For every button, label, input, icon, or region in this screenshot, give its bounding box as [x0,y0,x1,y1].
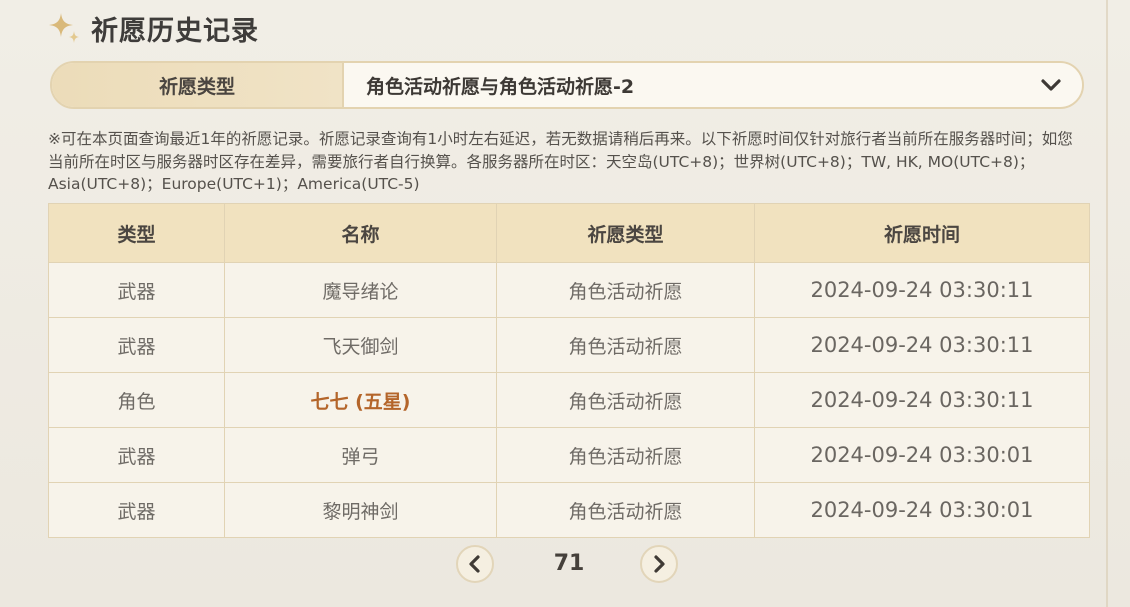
wish-type-label: 祈愿类型 [52,63,344,107]
cell-type: 武器 [48,427,225,483]
table-row: 角色 七七 (五星) 角色活动祈愿 2024-09-24 03:30:11 [48,372,1090,428]
table-row: 武器 魔导绪论 角色活动祈愿 2024-09-24 03:30:11 [48,262,1090,318]
table-row: 武器 弹弓 角色活动祈愿 2024-09-24 03:30:01 [48,427,1090,483]
table-row: 武器 黎明神剑 角色活动祈愿 2024-09-24 03:30:01 [48,482,1090,538]
cell-time: 2024-09-24 03:30:11 [754,262,1090,318]
cell-wish-type: 角色活动祈愿 [496,372,755,428]
cell-wish-type: 角色活动祈愿 [496,317,755,373]
wish-type-dropdown[interactable]: 角色活动祈愿与角色活动祈愿-2 [344,63,1082,107]
cell-type: 武器 [48,262,225,318]
page-title: 祈愿历史记录 [91,15,259,47]
cell-name: 黎明神剑 [224,482,497,538]
cell-wish-type: 角色活动祈愿 [496,262,755,318]
cell-wish-type: 角色活动祈愿 [496,482,755,538]
sparkle-star-icon [49,13,79,43]
column-header-name: 名称 [224,203,497,263]
chevron-down-icon[interactable] [1040,78,1062,92]
cell-time: 2024-09-24 03:30:11 [754,372,1090,428]
table-header-row: 类型 名称 祈愿类型 祈愿时间 [48,203,1090,263]
wish-records-table: 类型 名称 祈愿类型 祈愿时间 武器 魔导绪论 角色活动祈愿 2024-09-2… [48,203,1090,538]
table-row: 武器 飞天御剑 角色活动祈愿 2024-09-24 03:30:11 [48,317,1090,373]
cell-type: 武器 [48,482,225,538]
chevron-left-icon [469,555,480,573]
cell-type: 角色 [48,372,225,428]
cell-wish-type: 角色活动祈愿 [496,427,755,483]
chevron-right-icon [654,555,665,573]
next-page-button[interactable] [640,545,678,583]
column-header-type: 类型 [48,203,225,263]
notice-text: ※可在本页面查询最近1年的祈愿记录。祈愿记录查询有1小时左右延迟，若无数据请稍后… [48,130,1073,193]
column-header-wish-type: 祈愿类型 [496,203,755,263]
cell-time: 2024-09-24 03:30:01 [754,427,1090,483]
cell-time: 2024-09-24 03:30:11 [754,317,1090,373]
prev-page-button[interactable] [456,545,494,583]
column-header-time: 祈愿时间 [754,203,1090,263]
cell-name: 弹弓 [224,427,497,483]
cell-name: 飞天御剑 [224,317,497,373]
cell-name: 魔导绪论 [224,262,497,318]
cell-name-five-star: 七七 (五星) [224,372,497,428]
wish-type-selector[interactable]: 祈愿类型 角色活动祈愿与角色活动祈愿-2 [50,61,1084,109]
page-number: 71 [553,551,585,576]
page-header: 祈愿历史记录 [47,8,259,48]
cell-type: 武器 [48,317,225,373]
wish-type-selected-value: 角色活动祈愿与角色活动祈愿-2 [366,75,635,98]
pagination: 71 [456,545,682,585]
cell-time: 2024-09-24 03:30:01 [754,482,1090,538]
frame-border [1106,0,1118,607]
